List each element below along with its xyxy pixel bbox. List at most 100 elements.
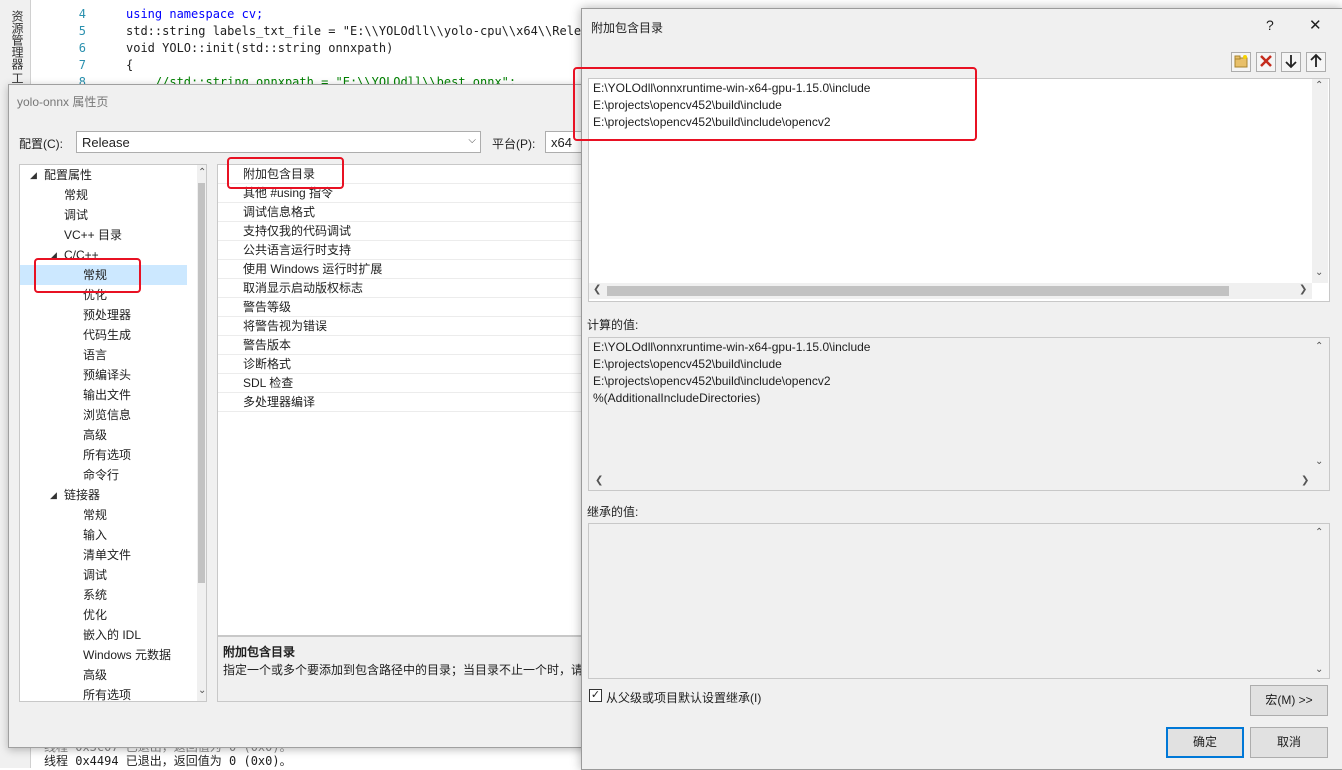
move-down-icon[interactable] <box>1281 52 1301 72</box>
property-row[interactable]: 将警告视为错误 <box>218 317 598 336</box>
move-up-icon-glyph <box>1310 53 1322 67</box>
tree-item-label: 调试 <box>83 568 108 582</box>
tree-item[interactable]: 常规 <box>20 185 187 205</box>
property-row[interactable]: 公共语言运行时支持 <box>218 241 598 260</box>
move-up-icon[interactable] <box>1306 52 1326 72</box>
scroll-up-icon[interactable]: ⌃ <box>1315 341 1323 352</box>
dialog-title: 附加包含目录 <box>591 21 664 35</box>
scroll-right-icon[interactable]: ❯ <box>1301 475 1309 486</box>
tree-item-label: 常规 <box>64 188 89 202</box>
help-button[interactable]: ? <box>1266 17 1274 33</box>
tree-item-label: 高级 <box>83 668 108 682</box>
computed-line: E:\projects\opencv452\build\include\open… <box>593 374 831 388</box>
tree-item[interactable]: 命令行 <box>20 465 187 485</box>
tree-item[interactable]: VC++ 目录 <box>20 225 187 245</box>
tree-item[interactable]: 预编译头 <box>20 365 187 385</box>
inherit-checkbox-label[interactable]: 从父级或项目默认设置继承(I) <box>606 689 761 706</box>
tree-item[interactable]: 高级 <box>20 425 187 445</box>
ok-button[interactable]: 确定 <box>1166 727 1244 758</box>
scroll-right-icon[interactable]: ❯ <box>1299 284 1307 295</box>
tree-item-label: 输入 <box>83 528 108 542</box>
solution-explorer-tab[interactable]: 资源管理器 <box>9 10 26 70</box>
tree-item[interactable]: 浏览信息 <box>20 405 187 425</box>
entries-vscrollbar[interactable]: ⌃ ⌄ <box>1312 79 1328 283</box>
new-folder-icon-glyph <box>1234 55 1248 68</box>
scroll-up-icon[interactable]: ⌃ <box>198 167 206 178</box>
tree-item-label: 所有选项 <box>83 448 132 462</box>
tree-item-label: 预处理器 <box>83 308 132 322</box>
config-label: 配置(C): <box>19 137 63 151</box>
tree-item[interactable]: 代码生成 <box>20 325 187 345</box>
property-row[interactable]: SDL 检查 <box>218 374 598 393</box>
code-line: 4 using namespace cv; <box>78 7 264 21</box>
tree-item[interactable]: 系统 <box>20 585 187 605</box>
tree-item[interactable]: 调试 <box>20 565 187 585</box>
computed-values-box: E:\YOLOdll\onnxruntime-win-x64-gpu-1.15.… <box>588 337 1330 491</box>
tree-item[interactable]: 输入 <box>20 525 187 545</box>
tree-item[interactable]: 常规 <box>20 505 187 525</box>
inherit-checkbox[interactable]: ✓ <box>589 689 602 702</box>
expand-arrow-icon[interactable]: ◢ <box>30 165 37 185</box>
scroll-left-icon[interactable]: ❮ <box>593 284 601 295</box>
property-pages-dialog: yolo-onnx 属性页 配置(C): Release ⌵ 平台(P): x6… <box>8 84 620 748</box>
computed-line: E:\projects\opencv452\build\include <box>593 357 782 371</box>
delete-icon[interactable] <box>1256 52 1276 72</box>
tree-item-label: 调试 <box>64 208 89 222</box>
scroll-down-icon[interactable]: ⌄ <box>1315 267 1323 278</box>
inherited-label: 继承的值: <box>587 505 639 519</box>
close-button[interactable]: ✕ <box>1309 16 1322 34</box>
scroll-left-icon[interactable]: ❮ <box>595 475 603 486</box>
property-row[interactable]: 取消显示启动版权标志 <box>218 279 598 298</box>
include-directories-dialog: 附加包含目录 ? ✕ E:\YOLOdll\onnxruntime-win-x6… <box>573 8 1342 770</box>
tree-item-label: 清单文件 <box>83 548 132 562</box>
tree-scrollbar[interactable]: ⌃ ⌄ <box>197 165 206 701</box>
config-select[interactable]: Release ⌵ <box>76 131 481 153</box>
scroll-down-icon[interactable]: ⌄ <box>1315 456 1323 467</box>
expand-arrow-icon[interactable]: ◢ <box>50 485 57 505</box>
tree-item[interactable]: 优化 <box>20 605 187 625</box>
tree-item[interactable]: 调试 <box>20 205 187 225</box>
cancel-button[interactable]: 取消 <box>1250 727 1328 758</box>
tree-item[interactable]: 高级 <box>20 665 187 685</box>
scroll-down-icon[interactable]: ⌄ <box>198 685 206 696</box>
property-row[interactable]: 支持仅我的代码调试 <box>218 222 598 241</box>
tree-item[interactable]: 嵌入的 IDL <box>20 625 187 645</box>
tree-item-label: 嵌入的 IDL <box>83 628 142 642</box>
output-line: 线程 0x4494 已退出，返回值为 0 (0x0)。 <box>44 754 292 768</box>
property-row[interactable]: 警告等级 <box>218 298 598 317</box>
tree-item[interactable]: Windows 元数据 <box>20 645 187 665</box>
tree-item[interactable]: 输出文件 <box>20 385 187 405</box>
property-row[interactable]: 警告版本 <box>218 336 598 355</box>
macro-button[interactable]: 宏(M) >> <box>1250 685 1328 716</box>
annotation-box <box>573 67 977 141</box>
computed-label: 计算的值: <box>587 318 639 332</box>
scroll-up-icon[interactable]: ⌃ <box>1315 527 1323 538</box>
tree-item-label: 代码生成 <box>83 328 132 342</box>
tree-item-label: Windows 元数据 <box>83 648 172 662</box>
scroll-thumb[interactable] <box>607 286 1229 296</box>
tree-item[interactable]: ◢ 链接器 <box>20 485 187 505</box>
delete-icon-glyph <box>1260 55 1272 67</box>
tree-item[interactable]: 所有选项 <box>20 685 187 701</box>
property-row[interactable]: 多处理器编译 <box>218 393 598 412</box>
property-row[interactable]: 使用 Windows 运行时扩展 <box>218 260 598 279</box>
tree-item[interactable]: 语言 <box>20 345 187 365</box>
scroll-up-icon[interactable]: ⌃ <box>1315 80 1323 91</box>
tree-item[interactable]: 所有选项 <box>20 445 187 465</box>
description-text: 指定一个或多个要添加到包含路径中的目录；当目录不止一个时，请 <box>223 663 584 677</box>
scroll-down-icon[interactable]: ⌄ <box>1315 664 1323 675</box>
property-row[interactable]: 调试信息格式 <box>218 203 598 222</box>
property-row[interactable]: 诊断格式 <box>218 355 598 374</box>
tree-item-label: 语言 <box>83 348 108 362</box>
code-line: 5 std::string labels_txt_file = "E:\\YOLO… <box>78 24 603 38</box>
scroll-thumb[interactable] <box>198 183 205 583</box>
tree-item[interactable]: 预处理器 <box>20 305 187 325</box>
dialog-title: yolo-onnx 属性页 <box>17 95 109 109</box>
tree-item[interactable]: ◢ 配置属性 <box>20 165 187 185</box>
new-folder-icon[interactable] <box>1231 52 1251 72</box>
tree-item-label: 链接器 <box>64 488 101 502</box>
entries-hscrollbar[interactable]: ❮ ❯ <box>589 283 1312 299</box>
tree-item-label: 常规 <box>83 508 108 522</box>
tree-item[interactable]: 清单文件 <box>20 545 187 565</box>
code-line: 6 void YOLO::init(std::string onnxpath) <box>78 41 394 55</box>
